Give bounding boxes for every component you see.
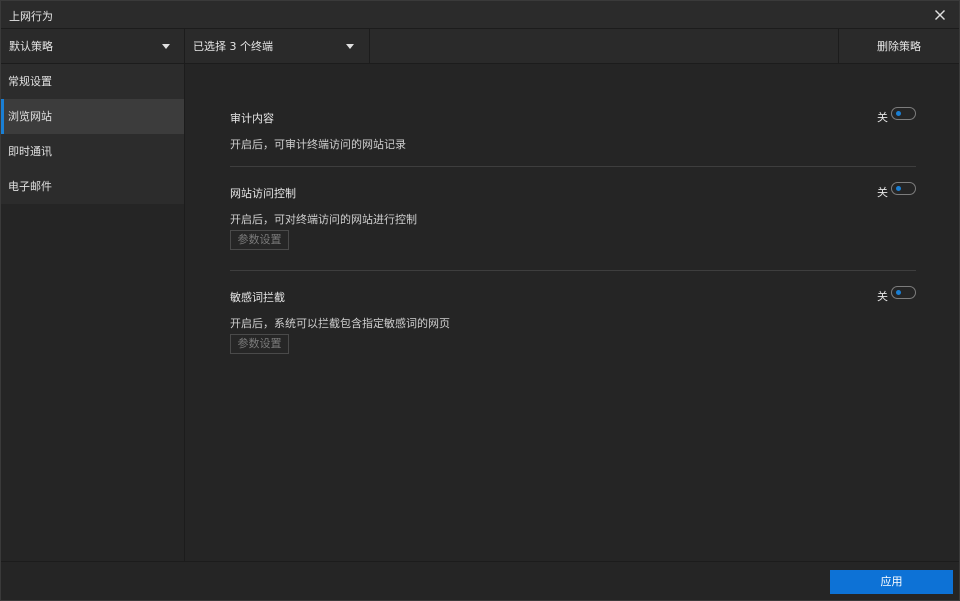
delete-policy-button[interactable]: 删除策略 xyxy=(838,29,959,64)
terminal-dropdown[interactable]: 已选择 3 个终端 xyxy=(185,29,370,64)
policy-dropdown-value: 默认策略 xyxy=(9,40,53,53)
section-title: 审计内容 xyxy=(230,112,274,125)
sidebar: 常规设置 浏览网站 即时通讯 电子邮件 xyxy=(1,64,185,561)
audit-content-toggle[interactable] xyxy=(891,107,916,120)
access-control-settings-button[interactable]: 参数设置 xyxy=(230,230,289,250)
section-description: 开启后，系统可以拦截包含指定敏感词的网页 xyxy=(230,317,450,330)
section-divider xyxy=(230,270,916,271)
toggle-knob xyxy=(896,111,901,116)
caret-down-icon xyxy=(346,44,354,49)
toolbar: 默认策略 已选择 3 个终端 删除策略 xyxy=(1,29,959,64)
sidebar-item-label: 即时通讯 xyxy=(8,145,52,158)
section-title: 敏感词拦截 xyxy=(230,291,285,304)
window-title: 上网行为 xyxy=(9,10,53,23)
sidebar-item-label: 电子邮件 xyxy=(8,180,52,193)
website-access-control-toggle[interactable] xyxy=(891,182,916,195)
policy-dropdown[interactable]: 默认策略 xyxy=(1,29,185,64)
close-icon[interactable] xyxy=(931,6,949,24)
terminal-dropdown-value: 已选择 3 个终端 xyxy=(193,40,273,53)
toggle-state-label: 关 xyxy=(877,290,888,303)
sidebar-item-im[interactable]: 即时通讯 xyxy=(1,134,184,169)
sensitive-word-settings-button[interactable]: 参数设置 xyxy=(230,334,289,354)
sidebar-item-label: 浏览网站 xyxy=(8,110,52,123)
sidebar-item-email[interactable]: 电子邮件 xyxy=(1,169,184,204)
section-divider xyxy=(230,166,916,167)
caret-down-icon xyxy=(162,44,170,49)
toggle-state-label: 关 xyxy=(877,111,888,124)
sidebar-item-general[interactable]: 常规设置 xyxy=(1,64,184,99)
section-description: 开启后，可对终端访问的网站进行控制 xyxy=(230,213,417,226)
toggle-knob xyxy=(896,290,901,295)
settings-panel: 审计内容 开启后，可审计终端访问的网站记录 关 网站访问控制 开启后，可对终端访… xyxy=(186,64,959,561)
footer-bar: 应用 xyxy=(1,561,959,600)
apply-button[interactable]: 应用 xyxy=(830,570,953,594)
toggle-state-label: 关 xyxy=(877,186,888,199)
sidebar-item-browsing[interactable]: 浏览网站 xyxy=(1,99,184,134)
dialog-window: 上网行为 默认策略 已选择 3 个终端 删除策略 常规设置 浏览网站 即时通讯 xyxy=(0,0,960,601)
sidebar-item-label: 常规设置 xyxy=(8,75,52,88)
section-description: 开启后，可审计终端访问的网站记录 xyxy=(230,138,406,151)
title-bar: 上网行为 xyxy=(1,1,959,29)
section-title: 网站访问控制 xyxy=(230,187,296,200)
toggle-knob xyxy=(896,186,901,191)
sensitive-word-block-toggle[interactable] xyxy=(891,286,916,299)
